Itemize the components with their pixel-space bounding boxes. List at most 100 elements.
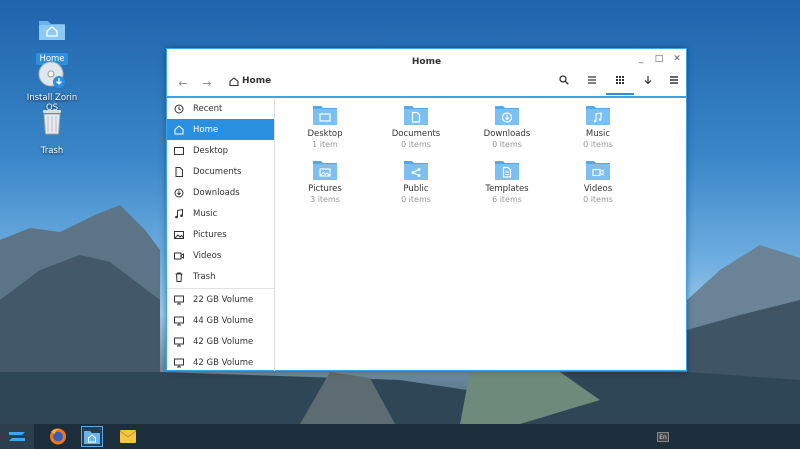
share-folder-icon: [403, 159, 429, 181]
grid-view-icon: [616, 76, 624, 84]
window-title: Home: [411, 57, 442, 67]
sidebar-item-label: 44 GB Volume: [193, 315, 254, 326]
hamburger-menu-icon: [670, 76, 678, 84]
folder-name: Documents: [391, 129, 441, 139]
sidebar-item-videos[interactable]: Videos: [167, 245, 274, 266]
clock-icon: [174, 104, 184, 114]
sidebar-item-home[interactable]: Home: [167, 119, 274, 140]
sort-button[interactable]: [634, 73, 662, 95]
picture-icon: [174, 230, 184, 240]
video-icon: [174, 251, 184, 261]
grid-view-button[interactable]: [606, 73, 634, 95]
folder-grid: Desktop 1 item Documents 0 items Downloads 0 …: [275, 98, 686, 371]
breadcrumb[interactable]: Home: [229, 74, 271, 88]
sidebar-item-44-gb-volume[interactable]: 44 GB Volume: [167, 310, 274, 331]
sidebar-item-42-gb-volume[interactable]: 42 GB Volume: [167, 331, 274, 352]
sidebar-item-music[interactable]: Music: [167, 203, 274, 224]
sidebar-item-label: Documents: [193, 166, 242, 177]
drive-icon: [174, 337, 184, 347]
taskbar-firefox[interactable]: [47, 426, 69, 447]
window-titlebar[interactable]: Home _ □ ✕: [167, 49, 686, 71]
folder-name: Pictures: [308, 184, 342, 194]
sidebar-item-label: Music: [193, 208, 218, 219]
document-folder-icon: [403, 104, 429, 126]
search-icon: [559, 75, 569, 85]
sidebar-item-label: Trash: [193, 271, 216, 282]
sidebar-item-pictures[interactable]: Pictures: [167, 224, 274, 245]
sidebar-item-label: 22 GB Volume: [193, 294, 254, 305]
folder-templates[interactable]: Templates 6 items: [467, 159, 547, 204]
sidebar: Recent Home Desktop Documents Downloads Music…: [167, 98, 275, 371]
desktop: Home Install Zorin OS Trash Home _ □ ✕ ←…: [0, 0, 800, 449]
back-button[interactable]: ←: [173, 74, 193, 94]
sidebar-item-desktop[interactable]: Desktop: [167, 140, 274, 161]
folder-item-count: 0 items: [583, 140, 613, 149]
folder-documents[interactable]: Documents 0 items: [376, 104, 456, 149]
folder-music[interactable]: Music 0 items: [558, 104, 638, 149]
folder-name: Music: [585, 129, 611, 139]
folder-name: Desktop: [307, 129, 343, 139]
taskbar-mail[interactable]: [117, 426, 139, 447]
trash-icon: [174, 272, 184, 282]
folder-downloads[interactable]: Downloads 0 items: [467, 104, 547, 149]
desktop-icon: [174, 146, 184, 156]
folder-name: Public: [403, 184, 429, 194]
firefox-icon: [50, 428, 66, 445]
mail-icon: [119, 430, 137, 443]
zorin-menu-icon: [9, 432, 25, 441]
search-button[interactable]: [550, 73, 578, 95]
zorin-menu-button[interactable]: [0, 424, 34, 449]
desktop-icon-label: Trash: [40, 146, 64, 156]
sidebar-item-label: Downloads: [193, 187, 240, 198]
drive-icon: [174, 358, 184, 368]
close-button[interactable]: ✕: [670, 52, 684, 66]
taskbar: [0, 424, 800, 449]
home-icon: [229, 76, 239, 86]
list-view-button[interactable]: [578, 73, 606, 95]
home-icon: [174, 124, 184, 135]
sidebar-item-recent[interactable]: Recent: [167, 98, 274, 119]
sidebar-item-documents[interactable]: Documents: [167, 161, 274, 182]
keyboard-layout-indicator[interactable]: En: [657, 432, 669, 442]
folder-name: Videos: [583, 184, 613, 194]
sidebar-item-label: Recent: [193, 103, 223, 114]
forward-button[interactable]: →: [197, 74, 217, 94]
desktop-icon-home[interactable]: Home: [17, 14, 87, 65]
sidebar-item-label: Home: [193, 124, 219, 135]
folder-desktop[interactable]: Desktop 1 item: [285, 104, 365, 149]
maximize-button[interactable]: □: [652, 52, 666, 66]
folder-public[interactable]: Public 0 items: [376, 159, 456, 204]
document-icon: [174, 166, 184, 177]
download-folder-icon: [494, 104, 520, 126]
sidebar-item-trash[interactable]: Trash: [167, 266, 274, 287]
drive-icon: [174, 316, 184, 326]
desktop-icon-trash[interactable]: Trash: [17, 106, 87, 157]
picture-folder-icon: [312, 159, 338, 181]
folder-videos[interactable]: Videos 0 items: [558, 159, 638, 204]
template-folder-icon: [494, 159, 520, 181]
sidebar-item-42-gb-volume[interactable]: 42 GB Volume: [167, 352, 274, 371]
sidebar-item-label: 42 GB Volume: [193, 357, 254, 368]
home-folder-icon: [37, 14, 67, 44]
download-icon: [174, 188, 184, 198]
sidebar-item-22-gb-volume[interactable]: 22 GB Volume: [167, 289, 274, 310]
drive-icon: [174, 295, 184, 305]
sidebar-item-downloads[interactable]: Downloads: [167, 182, 274, 203]
file-manager-window: Home _ □ ✕ ← → Home Recent Home Desktop …: [166, 48, 687, 371]
folder-item-count: 0 items: [492, 140, 522, 149]
menu-button[interactable]: [660, 73, 688, 95]
sidebar-item-label: Videos: [193, 250, 222, 261]
list-view-icon: [588, 76, 596, 84]
desktop-folder-icon: [312, 104, 338, 126]
folder-item-count: 1 item: [312, 140, 338, 149]
sidebar-item-label: 42 GB Volume: [193, 336, 254, 347]
taskbar-files[interactable]: [81, 426, 103, 447]
folder-item-count: 3 items: [310, 195, 340, 204]
video-folder-icon: [585, 159, 611, 181]
sort-down-icon: [644, 76, 652, 85]
sidebar-item-label: Pictures: [193, 229, 227, 240]
folder-item-count: 6 items: [492, 195, 522, 204]
folder-name: Downloads: [483, 129, 531, 139]
folder-pictures[interactable]: Pictures 3 items: [285, 159, 365, 204]
minimize-button[interactable]: _: [634, 52, 648, 66]
